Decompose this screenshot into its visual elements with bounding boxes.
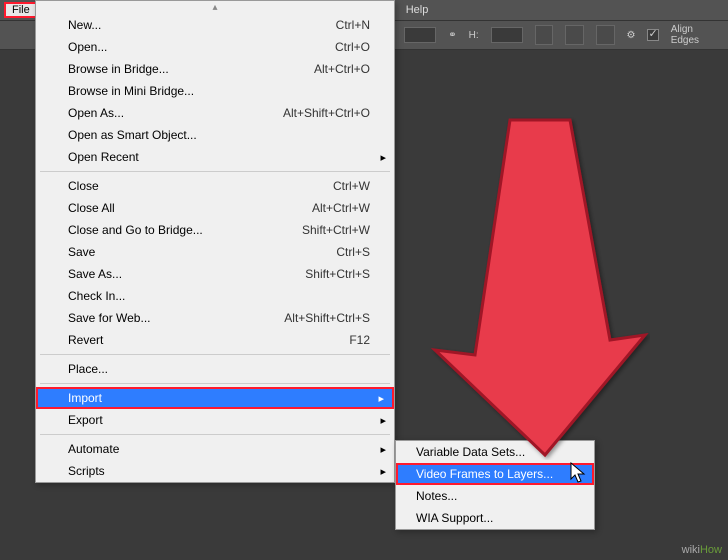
menu-open-as[interactable]: Open As...Alt+Shift+Ctrl+O — [36, 102, 394, 124]
link-wh-icon[interactable]: ⚭ — [448, 30, 456, 41]
menu-separator — [40, 171, 390, 172]
menu-separator — [40, 383, 390, 384]
gear-icon[interactable]: ⚙ — [627, 30, 636, 41]
menu-close-goto-bridge[interactable]: Close and Go to Bridge...Shift+Ctrl+W — [36, 219, 394, 241]
menu-scripts[interactable]: Scripts — [36, 460, 394, 482]
menu-save-as[interactable]: Save As...Shift+Ctrl+S — [36, 263, 394, 285]
menu-new[interactable]: New...Ctrl+N — [36, 14, 394, 36]
menu-file[interactable]: File — [4, 2, 38, 18]
menu-separator — [40, 354, 390, 355]
width-input[interactable] — [404, 27, 436, 43]
align-edges-checkbox[interactable] — [647, 29, 658, 41]
submenu-notes[interactable]: Notes... — [396, 485, 594, 507]
align-btn-1[interactable] — [535, 25, 554, 45]
align-btn-3[interactable] — [596, 25, 615, 45]
menu-automate[interactable]: Automate — [36, 438, 394, 460]
align-edges-label: Align Edges — [671, 24, 720, 46]
menu-browse-mini-bridge[interactable]: Browse in Mini Bridge... — [36, 80, 394, 102]
watermark: wikiHow — [682, 544, 722, 556]
menu-revert[interactable]: RevertF12 — [36, 329, 394, 351]
menu-close-all[interactable]: Close AllAlt+Ctrl+W — [36, 197, 394, 219]
menu-check-in[interactable]: Check In... — [36, 285, 394, 307]
menu-export[interactable]: Export — [36, 409, 394, 431]
menu-import[interactable]: Import — [36, 387, 394, 409]
align-btn-2[interactable] — [565, 25, 584, 45]
menu-separator — [40, 434, 390, 435]
menu-help[interactable]: Help — [398, 2, 437, 18]
submenu-wia-support[interactable]: WIA Support... — [396, 507, 594, 529]
menu-place[interactable]: Place... — [36, 358, 394, 380]
submenu-video-frames-to-layers[interactable]: Video Frames to Layers... — [396, 463, 594, 485]
menu-open-smart[interactable]: Open as Smart Object... — [36, 124, 394, 146]
menu-open[interactable]: Open...Ctrl+O — [36, 36, 394, 58]
menu-open-recent[interactable]: Open Recent — [36, 146, 394, 168]
submenu-variable-data-sets[interactable]: Variable Data Sets... — [396, 441, 594, 463]
height-label: H: — [469, 30, 479, 41]
height-input[interactable] — [491, 27, 523, 43]
menu-save-for-web[interactable]: Save for Web...Alt+Shift+Ctrl+S — [36, 307, 394, 329]
file-dropdown: ▴ New...Ctrl+N Open...Ctrl+O Browse in B… — [35, 0, 395, 483]
menu-close[interactable]: CloseCtrl+W — [36, 175, 394, 197]
menu-browse-bridge[interactable]: Browse in Bridge...Alt+Ctrl+O — [36, 58, 394, 80]
import-submenu: Variable Data Sets... Video Frames to La… — [395, 440, 595, 530]
menu-save[interactable]: SaveCtrl+S — [36, 241, 394, 263]
menu-drag-handle[interactable]: ▴ — [36, 1, 394, 14]
